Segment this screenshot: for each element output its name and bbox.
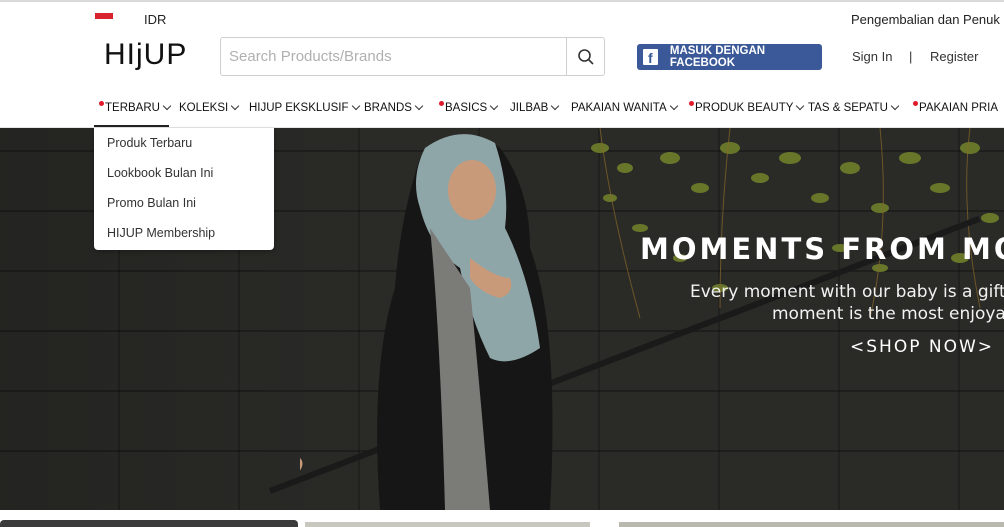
promo-tile-2[interactable] xyxy=(305,522,590,527)
dropdown-item-produk-terbaru[interactable]: Produk Terbaru xyxy=(107,136,192,150)
hero-subtitle-line-2: moment is the most enjoyab xyxy=(772,304,1004,324)
new-dot-icon xyxy=(913,101,918,106)
register-link[interactable]: Register xyxy=(930,49,978,64)
auth-separator: | xyxy=(909,49,913,64)
nav-item-jilbab[interactable]: JILBAB xyxy=(510,101,560,114)
top-border xyxy=(0,0,1004,2)
facebook-login-button[interactable]: f MASUK DENGAN FACEBOOK xyxy=(637,44,822,70)
chevron-down-icon xyxy=(669,101,678,111)
new-dot-icon xyxy=(439,101,444,106)
dropdown-item-lookbook[interactable]: Lookbook Bulan Ini xyxy=(107,166,213,180)
nav-item-basics[interactable]: BASICS xyxy=(439,101,499,114)
chevron-down-icon xyxy=(414,101,424,111)
nav-item-brands[interactable]: BRANDS xyxy=(364,101,424,114)
nav-label: BASICS xyxy=(445,102,488,114)
promo-tile-3[interactable] xyxy=(619,522,1004,527)
nav-label: HIJUP EKSKLUSIF xyxy=(249,102,349,114)
hero-subtitle-line-1: Every moment with our baby is a gift a xyxy=(690,282,1004,302)
chevron-down-icon xyxy=(890,101,900,111)
main-nav: TERBARU KOLEKSI HIJUP EKSKLUSIF BRANDS B… xyxy=(0,98,1004,128)
search-button[interactable] xyxy=(566,38,604,75)
chevron-down-icon xyxy=(351,101,360,111)
nav-item-pakaian-pria[interactable]: PAKAIAN PRIA xyxy=(913,101,999,114)
chevron-down-icon xyxy=(230,101,240,111)
nav-item-terbaru[interactable]: TERBARU xyxy=(99,101,172,114)
terbaru-dropdown-menu: Produk Terbaru Lookbook Bulan Ini Promo … xyxy=(94,128,274,250)
nav-item-produk-beauty[interactable]: PRODUK BEAUTY xyxy=(689,101,805,114)
promo-tile-1[interactable] xyxy=(0,520,298,527)
nav-label: PRODUK BEAUTY xyxy=(695,102,794,114)
new-dot-icon xyxy=(689,101,694,106)
sign-in-link[interactable]: Sign In xyxy=(852,49,892,64)
nav-label: PAKAIAN PRIA xyxy=(919,102,999,114)
facebook-login-label: MASUK DENGAN FACEBOOK xyxy=(669,45,766,69)
search-input[interactable] xyxy=(221,38,568,75)
returns-link[interactable]: Pengembalian dan Penuk xyxy=(851,12,1000,27)
facebook-icon: f xyxy=(643,49,658,66)
chevron-down-icon xyxy=(489,101,499,111)
nav-label: TAS & SEPATU xyxy=(808,102,888,114)
nav-item-pakaian-wanita[interactable]: PAKAIAN WANITA xyxy=(571,101,678,114)
model-illustration xyxy=(300,134,553,510)
nav-label: TERBARU xyxy=(105,102,160,114)
dropdown-item-promo[interactable]: Promo Bulan Ini xyxy=(107,196,196,210)
chevron-down-icon xyxy=(796,101,805,111)
indonesia-flag-icon[interactable] xyxy=(95,13,113,25)
nav-label: PAKAIAN WANITA xyxy=(571,102,667,114)
dropdown-item-membership[interactable]: HIJUP Membership xyxy=(107,226,215,240)
nav-item-hijup-eksklusif[interactable]: HIJUP EKSKLUSIF xyxy=(249,101,360,114)
chevron-down-icon xyxy=(162,101,172,111)
shop-now-link[interactable]: <SHOP NOW> xyxy=(850,337,994,357)
search-bar xyxy=(220,37,605,76)
nav-item-koleksi[interactable]: KOLEKSI xyxy=(179,101,240,114)
chevron-down-icon xyxy=(551,101,560,111)
nav-label: KOLEKSI xyxy=(179,102,229,114)
nav-label: JILBAB xyxy=(510,102,549,114)
nav-item-tas-sepatu[interactable]: TAS & SEPATU xyxy=(808,101,900,114)
nav-label: BRANDS xyxy=(364,102,412,114)
search-icon xyxy=(577,48,594,65)
hero-headline: MOMENTS FROM MO xyxy=(640,232,1004,266)
hijup-logo[interactable]: HIjUP xyxy=(104,38,187,72)
currency-selector[interactable]: IDR xyxy=(144,12,166,27)
new-dot-icon xyxy=(99,101,104,106)
